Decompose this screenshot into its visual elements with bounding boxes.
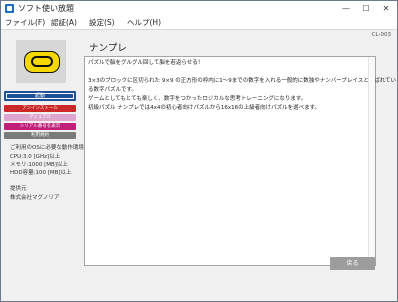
start-button[interactable]: 起動 [4, 91, 76, 101]
description-line: 初級パズル ナンプレでは4x4の初心者向けパズルから16x16の上級者向けパズル… [88, 105, 321, 111]
menu-auth[interactable]: 認証(A) [51, 16, 77, 29]
page-code: CL-003 [371, 32, 391, 38]
description-textarea[interactable]: パズルで脳をグルグル回して脳を若返らせる！ 3×3のブロックに区切られた 9×9… [84, 56, 396, 266]
provider-name: 株式会社マグノリア [10, 195, 60, 201]
menu-file[interactable]: ファイル(F) [5, 16, 45, 29]
requirement-hdd: HDD容量:100 [MB]以上 [10, 170, 72, 176]
provider-label: 提供元 [10, 186, 27, 192]
window-title: ソフト使い放題 [18, 4, 74, 13]
nampre-logo-icon [24, 51, 60, 73]
requirement-cpu: CPU:3.0 [GHz]以上 [10, 154, 61, 160]
menu-settings[interactable]: 設定(S) [89, 16, 115, 29]
description-line: る数字パズルです。 [88, 87, 137, 93]
back-button[interactable]: 戻る [330, 257, 375, 270]
description-line: パズルで脳をグルグル回して脳を若返らせる！ [88, 60, 204, 66]
uninstall-button[interactable]: アンインストール [4, 105, 76, 112]
app-icon [5, 4, 14, 13]
page-title: ナンプレ [89, 43, 127, 54]
menu-help[interactable]: ヘルプ(H) [127, 16, 161, 29]
serial-number-button[interactable]: シリアル番号を表示 [4, 123, 76, 130]
description-line: 3×3のブロックに区切られた 9×9 の正方形の枠内に1～9までの数字を入れる一… [88, 78, 397, 84]
maximize-button[interactable]: ☐ [356, 1, 376, 16]
manual-button[interactable]: マニュアル [4, 114, 76, 121]
description-scrollbar[interactable] [368, 57, 375, 265]
app-logo [16, 40, 66, 83]
requirement-memory: メモリ:1000 [MB]以上 [10, 162, 68, 168]
description-line: ゲームとしてもとても楽しく、数字をつかったロジカルな思考トレーニングになります。 [88, 96, 307, 102]
minimize-button[interactable]: — [336, 1, 356, 16]
close-button[interactable]: ✕ [376, 1, 396, 16]
requirements-heading: ご利用のOSに必要な動作環境 [10, 145, 84, 151]
title-bar: ソフト使い放題 — ☐ ✕ [1, 1, 397, 16]
content-area: CL-003 起動 アンインストール マニュアル シリアル番号を表示 利用規約 … [1, 30, 397, 301]
app-window: ソフト使い放題 — ☐ ✕ ファイル(F) 認証(A) 設定(S) ヘルプ(H)… [0, 0, 398, 302]
menu-bar: ファイル(F) 認証(A) 設定(S) ヘルプ(H) [1, 16, 397, 30]
terms-button[interactable]: 利用規約 [4, 132, 76, 139]
